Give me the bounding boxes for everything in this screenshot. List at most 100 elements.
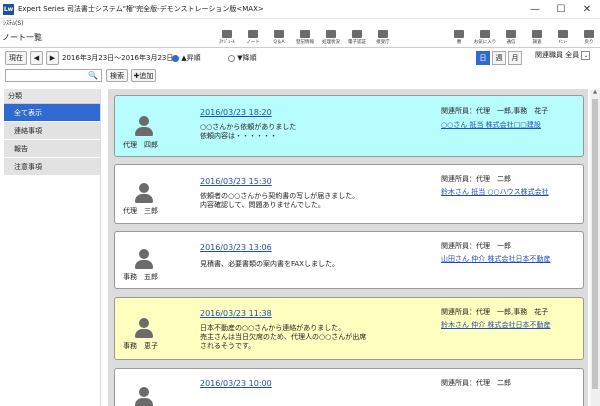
scroll-thumb[interactable] [592,99,598,389]
radio-unselected-icon[interactable] [228,54,235,62]
menu-system[interactable]: ｼｽﾃﾑ(S) [3,20,24,27]
search-button[interactable]: 検索 [106,69,128,82]
sidebar-item-contact[interactable]: 連絡事項 [4,122,100,140]
tool-survey[interactable]: 調査 [524,29,550,47]
tool-menu[interactable]: ﾒﾆｭｰ [550,29,576,47]
tool-label: 暦 [456,40,462,45]
tool-back[interactable]: 戻り [576,29,600,47]
view-day-button[interactable]: 日 [476,51,490,65]
tool-label: 電子認証 [348,40,366,45]
communication-icon [506,30,516,38]
tool-status[interactable]: 処理状況 [318,29,344,47]
toolbar-divider [0,47,600,48]
sidebar-item-caution[interactable]: 注意事項 [4,158,100,176]
view-week-button[interactable]: 週 [492,51,506,65]
radio-selected-icon[interactable] [172,54,179,62]
tool-favorites[interactable]: お気に入り [472,29,498,47]
today-button[interactable]: 現在 [5,51,27,65]
office-icon [378,30,388,38]
tool-label: お気に入り [473,40,497,45]
survey-icon [532,30,542,38]
window-controls: — ☐ ✕ [522,0,600,19]
note-message: ○○さんから依頼がありました 依頼内容は・・・・・・ [200,123,297,140]
sort-desc-option[interactable]: ▼降順 [228,53,257,63]
note-message: 見積書、必要書類の案内書をFAXしました。 [200,260,339,268]
note-datetime-link[interactable]: 2016/03/23 18:20 [200,108,272,117]
tool-label: 処理状況 [322,40,340,45]
minimize-button[interactable]: — [522,0,548,19]
prev-date-button[interactable]: ◀ [30,51,43,65]
staff-select[interactable]: 全員 [565,51,579,59]
sort-asc-label: ▲昇順 [181,54,201,62]
tool-schedule[interactable]: ｽｹｼﾞｭｰﾙ [214,29,240,47]
tool-registry[interactable]: 登記情報 [292,29,318,47]
avatar [135,116,153,136]
registry-icon [300,30,310,38]
note-related-staff: 関連所員：代理 一郎 [441,242,511,250]
tool-note[interactable]: ノート [240,29,266,47]
note-datetime-link[interactable]: 2016/03/23 10:00 [200,379,272,388]
note-card[interactable]: 事務 恵子 2016/03/23 11:38 日本不動産の○○さんから連絡があり… [114,297,584,360]
tool-label: 接受庁 [376,40,390,45]
note-related-staff: 関連所員：代理 一郎,事務 花子 [441,308,549,316]
tool-label: ｽｹｼﾞｭｰﾙ [219,40,235,45]
sidebar-item-report[interactable]: 報告 [4,140,100,158]
menu-bar: ｼｽﾃﾑ(S) [0,19,600,29]
view-month-button[interactable]: 月 [508,51,522,65]
add-button[interactable]: ✚追加 [131,69,156,82]
search-row: 🔍 検索 ✚追加 [0,68,600,84]
app-logo-icon: Lw [3,3,14,15]
note-datetime-link[interactable]: 2016/03/23 11:38 [200,309,272,318]
note-datetime-link[interactable]: 2016/03/23 15:30 [200,177,272,186]
tool-group-main: ｽｹｼﾞｭｰﾙ ノート Q＆A 登記情報 処理状況 電子認証 接受庁 [214,29,396,47]
note-feed: 代理 四郎 2016/03/23 18:20 ○○さんから依頼がありました 依頼… [108,89,588,406]
next-date-button[interactable]: ▶ [46,51,59,65]
sidebar-header: 分類 [4,89,100,104]
feed-scrollbar[interactable]: ▲ [590,89,600,406]
note-card[interactable]: 代理 四郎 2016/03/23 18:20 ○○さんから依頼がありました 依頼… [114,95,584,157]
tool-label: ノート [246,40,260,45]
tool-office[interactable]: 接受庁 [370,29,396,47]
note-related-staff: 関連所員：代理 二郎 [441,175,511,183]
calendar-icon [454,30,464,38]
schedule-icon [222,30,232,38]
back-icon [584,30,594,38]
tool-calendar[interactable]: 暦 [446,29,472,47]
tool-certificate[interactable]: 電子認証 [344,29,370,47]
chevron-down-icon[interactable]: ⌄ [581,50,591,60]
category-sidebar: 分類 全て表示 連絡事項 報告 注意事項 [4,89,101,406]
scroll-up-icon[interactable]: ▲ [590,89,600,97]
note-related-case-link[interactable]: ○○さん 抵当 株式会社□□建設 [441,120,541,130]
tool-qa[interactable]: Q＆A [266,29,292,47]
menu-icon [558,30,568,38]
search-icon: 🔍 [88,71,98,80]
status-icon [326,30,336,38]
date-range-label: 2016年3月23日～2016年3月23日 [62,54,174,62]
qa-icon [274,30,284,38]
note-datetime-link[interactable]: 2016/03/23 13:06 [200,243,272,252]
search-input[interactable]: 🔍 [5,69,102,82]
tool-label: Q＆A [273,40,285,45]
note-related-case-link[interactable]: 鈴木さん 仲介 株式会社日本不動産 [441,320,550,330]
tool-label: 調査 [532,40,542,45]
avatar [135,387,153,406]
note-related-case-link[interactable]: 山田さん 仲介 株式会社日本不動産 [441,254,550,264]
note-card[interactable]: 2016/03/23 10:00 関連所員：代理 二郎 [114,368,584,406]
tool-label: 戻り [584,40,594,45]
favorites-icon [480,30,490,38]
view-toggle: 日 週 月 [476,51,522,65]
avatar [135,318,153,338]
avatar [135,183,153,203]
note-icon [248,30,258,38]
sort-asc-option[interactable]: ▲昇順 [172,53,201,63]
note-card[interactable]: 事務 五郎 2016/03/23 13:06 見積書、必要書類の案内書をFAXし… [114,231,584,289]
close-button[interactable]: ✕ [574,0,600,19]
note-message: 依頼者の○○さんから契約書の写しが届きました。 内容確認して、問題ありませんでし… [200,192,360,209]
note-card[interactable]: 代理 三郎 2016/03/23 15:30 依頼者の○○さんから契約書の写しが… [114,164,584,224]
maximize-button[interactable]: ☐ [548,0,574,19]
sidebar-item-all[interactable]: 全て表示 [4,104,100,122]
note-author: 代理 三郎 [123,207,158,215]
note-related-case-link[interactable]: 鈴木さん 抵当 ○○ハウス株式会社 [441,187,549,197]
tool-communication[interactable]: 通信 [498,29,524,47]
note-author: 事務 五郎 [123,273,158,281]
